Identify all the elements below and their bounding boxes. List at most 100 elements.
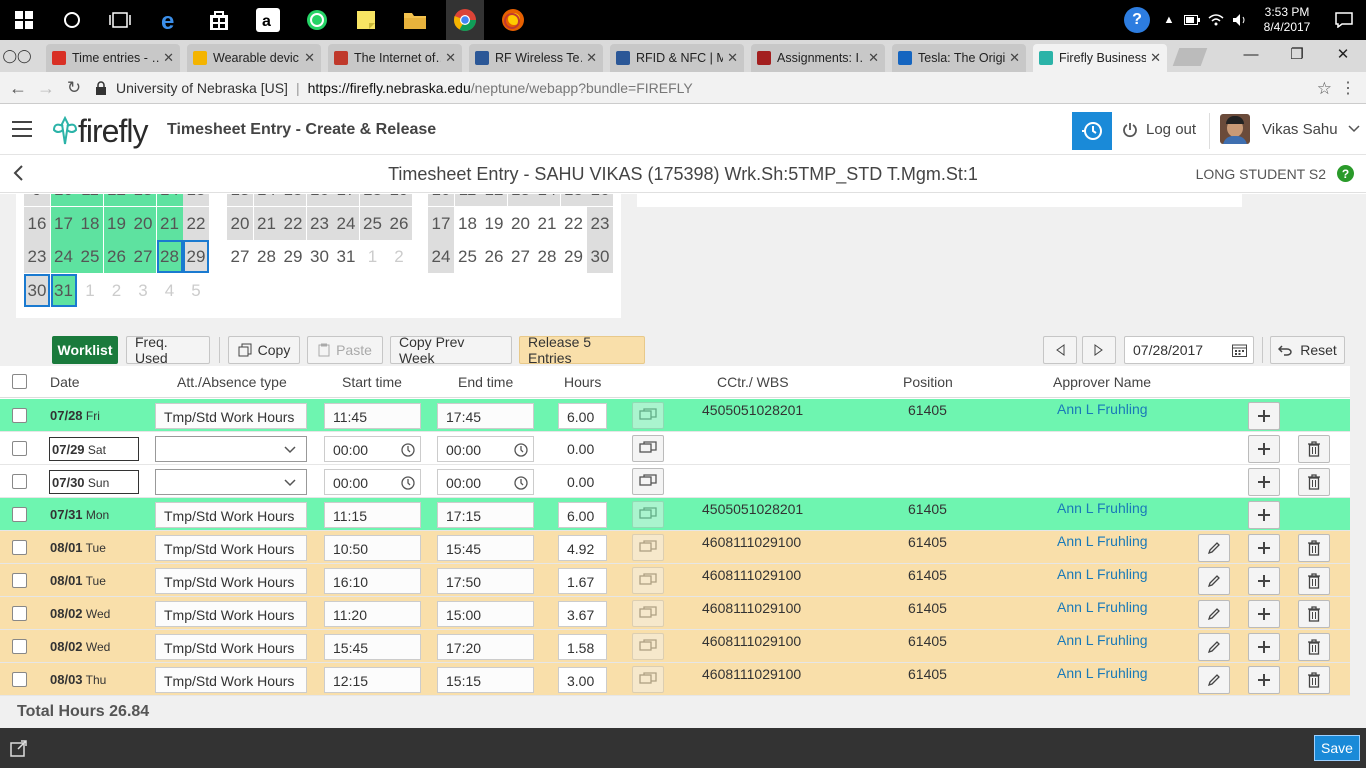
calendar-day[interactable]: 15 (183, 194, 209, 206)
firefox-icon[interactable] (497, 4, 529, 36)
end-time-input[interactable]: 17:20 (437, 634, 534, 660)
calendar-day[interactable]: 15 (280, 194, 306, 206)
start-time-input[interactable]: 16:10 (324, 568, 421, 594)
calendar-day[interactable]: 4 (157, 274, 183, 307)
calendar-day[interactable]: 27 (508, 240, 534, 273)
att-absence-field[interactable]: Tmp/Std Work Hours (155, 535, 307, 561)
add-entry-button[interactable] (1248, 402, 1280, 430)
clock-icon[interactable] (400, 442, 416, 458)
calendar-day[interactable]: 25 (359, 206, 386, 240)
user-menu[interactable]: Vikas Sahu (1220, 114, 1360, 144)
store-icon[interactable] (203, 4, 235, 36)
table-row[interactable]: 07/28 Fri Tmp/Std Work Hours 11:45 17:45 6.0… (0, 399, 1350, 432)
add-entry-button[interactable] (1248, 600, 1280, 628)
browser-tab[interactable]: Wearable devic… ✕ (187, 44, 321, 72)
row-checkbox[interactable] (12, 573, 27, 588)
hours-input[interactable]: 1.67 (558, 568, 607, 594)
end-time-input[interactable]: 17:50 (437, 568, 534, 594)
battery-icon[interactable] (1180, 15, 1204, 25)
restore-button[interactable]: ❐ (1274, 40, 1320, 68)
calendar-day[interactable]: 1 (77, 274, 103, 307)
hours-input[interactable]: 1.58 (558, 634, 607, 660)
clock-icon[interactable] (400, 475, 416, 491)
calendar-day[interactable]: 18 (359, 194, 386, 206)
calendar-day[interactable]: 17 (428, 206, 454, 240)
calendar-day[interactable]: 10 (50, 194, 77, 206)
comment-button[interactable] (632, 402, 664, 429)
browser-tab[interactable]: Time entries - … ✕ (46, 44, 180, 72)
comment-button[interactable] (632, 468, 664, 495)
row-checkbox[interactable] (12, 408, 27, 423)
calendar-day[interactable]: 22 (280, 206, 306, 240)
att-absence-field[interactable]: Tmp/Std Work Hours (155, 502, 307, 528)
close-tab-icon[interactable]: ✕ (445, 50, 456, 66)
table-row[interactable]: 08/02 Wed Tmp/Std Work Hours 15:45 17:20 1.5… (0, 630, 1350, 663)
calendar-day[interactable]: 24 (333, 206, 359, 240)
calendar-day[interactable]: 11 (77, 194, 103, 206)
browser-tab[interactable]: The Internet of… ✕ (328, 44, 462, 72)
add-entry-button[interactable] (1248, 534, 1280, 562)
calendar-day[interactable]: 30 (307, 240, 333, 273)
edit-button[interactable] (1198, 666, 1230, 694)
calendar-day[interactable]: 17 (50, 206, 77, 240)
calendar-day[interactable]: 1 (360, 240, 386, 273)
comment-button[interactable] (632, 600, 664, 627)
add-entry-button[interactable] (1248, 435, 1280, 463)
freq-used-button[interactable]: Freq. Used (126, 334, 210, 366)
close-tab-icon[interactable]: ✕ (727, 50, 738, 66)
calendar-day[interactable]: 27 (227, 240, 253, 273)
column-header-position[interactable]: Position (903, 374, 953, 390)
calendar-day[interactable]: 16 (306, 194, 333, 206)
start-time-input[interactable]: 15:45 (324, 634, 421, 660)
start-time-input[interactable]: 00:00 (324, 469, 421, 495)
scrollbar[interactable] (1350, 366, 1366, 696)
approver-name[interactable]: Ann L Fruhling (1057, 533, 1148, 549)
start-time-input[interactable]: 11:20 (324, 601, 421, 627)
calendar-day[interactable]: 17 (333, 194, 359, 206)
whatsapp-icon[interactable] (301, 4, 333, 36)
release-entries-button[interactable]: Release 5 Entries (519, 334, 645, 366)
approver-name[interactable]: Ann L Fruhling (1057, 401, 1148, 417)
task-view-icon[interactable] (104, 4, 136, 36)
calendar-day[interactable]: 31 (50, 273, 77, 307)
hamburger-menu-icon[interactable] (12, 121, 32, 139)
approver-name[interactable]: Ann L Fruhling (1057, 599, 1148, 615)
table-row[interactable]: 08/01 Tue Tmp/Std Work Hours 10:50 15:45 4.9… (0, 531, 1350, 564)
reload-icon[interactable]: ↻ (62, 76, 86, 100)
approver-name[interactable]: Ann L Fruhling (1057, 500, 1148, 516)
close-tab-icon[interactable]: ✕ (586, 50, 597, 66)
delete-button[interactable] (1298, 567, 1330, 595)
hours-input[interactable]: 4.92 (558, 535, 607, 561)
table-row[interactable]: 07/31 Mon Tmp/Std Work Hours 11:15 17:15 6.0… (0, 498, 1350, 531)
table-row[interactable]: 08/03 Thu Tmp/Std Work Hours 12:15 15:15 3.0… (0, 663, 1350, 696)
column-header-end[interactable]: End time (458, 374, 513, 390)
calendar-day[interactable]: 28 (156, 240, 183, 273)
calendar-day[interactable]: 2 (386, 240, 412, 273)
reset-button[interactable]: Reset (1270, 336, 1345, 364)
clock-icon[interactable] (513, 442, 529, 458)
amazon-icon[interactable]: a (252, 4, 284, 36)
calendar-day[interactable]: 24 (428, 240, 454, 273)
add-entry-button[interactable] (1248, 633, 1280, 661)
calendar-day[interactable]: 26 (103, 240, 130, 273)
browser-tab[interactable]: RFID & NFC | M…✕ (610, 44, 744, 72)
calendar-day[interactable]: 30 (24, 273, 50, 307)
calendar-day[interactable]: 27 (130, 240, 156, 273)
start-time-input[interactable]: 11:45 (324, 403, 421, 429)
wifi-icon[interactable] (1204, 13, 1228, 27)
att-absence-field[interactable]: Tmp/Std Work Hours (155, 667, 307, 693)
calendar-day[interactable]: 29 (280, 240, 306, 273)
cortana-icon[interactable] (56, 4, 88, 36)
chrome-icon[interactable] (446, 0, 484, 40)
volume-icon[interactable] (1228, 13, 1252, 27)
comment-button[interactable] (632, 501, 664, 528)
calendar-day[interactable]: 22 (561, 207, 587, 240)
end-time-input[interactable]: 15:00 (437, 601, 534, 627)
calendar-day[interactable]: 12 (481, 194, 507, 206)
calendar-day[interactable]: 21 (534, 207, 560, 240)
calendar-day[interactable]: 16 (24, 206, 50, 240)
comment-button[interactable] (632, 534, 664, 561)
row-checkbox[interactable] (12, 540, 27, 555)
add-entry-button[interactable] (1248, 567, 1280, 595)
close-tab-icon[interactable]: ✕ (304, 50, 315, 66)
